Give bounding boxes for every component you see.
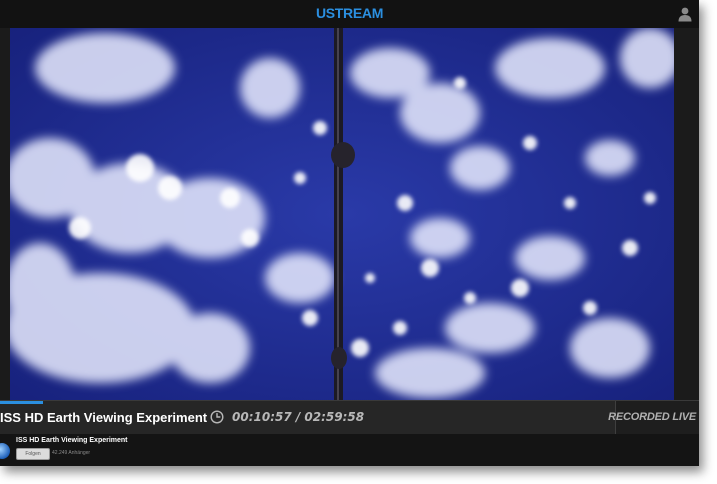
follow-button[interactable]: Folgen	[16, 448, 50, 460]
recorded-live-label: RECORDED LIVE	[608, 411, 696, 423]
playback-progress-bar[interactable]	[0, 401, 43, 404]
playback-time: 00:10:57 / 02:59:58	[232, 410, 365, 424]
ustream-logo[interactable]: USTREAM	[0, 5, 699, 21]
channel-avatar[interactable]	[0, 443, 10, 459]
earth-clouds-image	[10, 28, 674, 400]
video-player: USTREAM ISS HD Earth Viewing Experiment …	[0, 0, 699, 466]
top-bar: USTREAM	[0, 0, 699, 28]
clock-icon	[210, 410, 224, 424]
player-info-bar: ISS HD Earth Viewing Experiment 00:10:57…	[0, 400, 699, 435]
channel-name[interactable]: ISS HD Earth Viewing Experiment	[16, 437, 128, 444]
video-frame[interactable]	[10, 28, 674, 400]
user-icon[interactable]	[677, 6, 693, 22]
follower-count: 42.249 Anhänger	[52, 450, 91, 456]
channel-bar: ISS HD Earth Viewing Experiment Folgen 4…	[0, 434, 699, 466]
stream-title: ISS HD Earth Viewing Experiment	[0, 410, 208, 425]
recorded-live-badge: RECORDED LIVE	[608, 401, 699, 435]
